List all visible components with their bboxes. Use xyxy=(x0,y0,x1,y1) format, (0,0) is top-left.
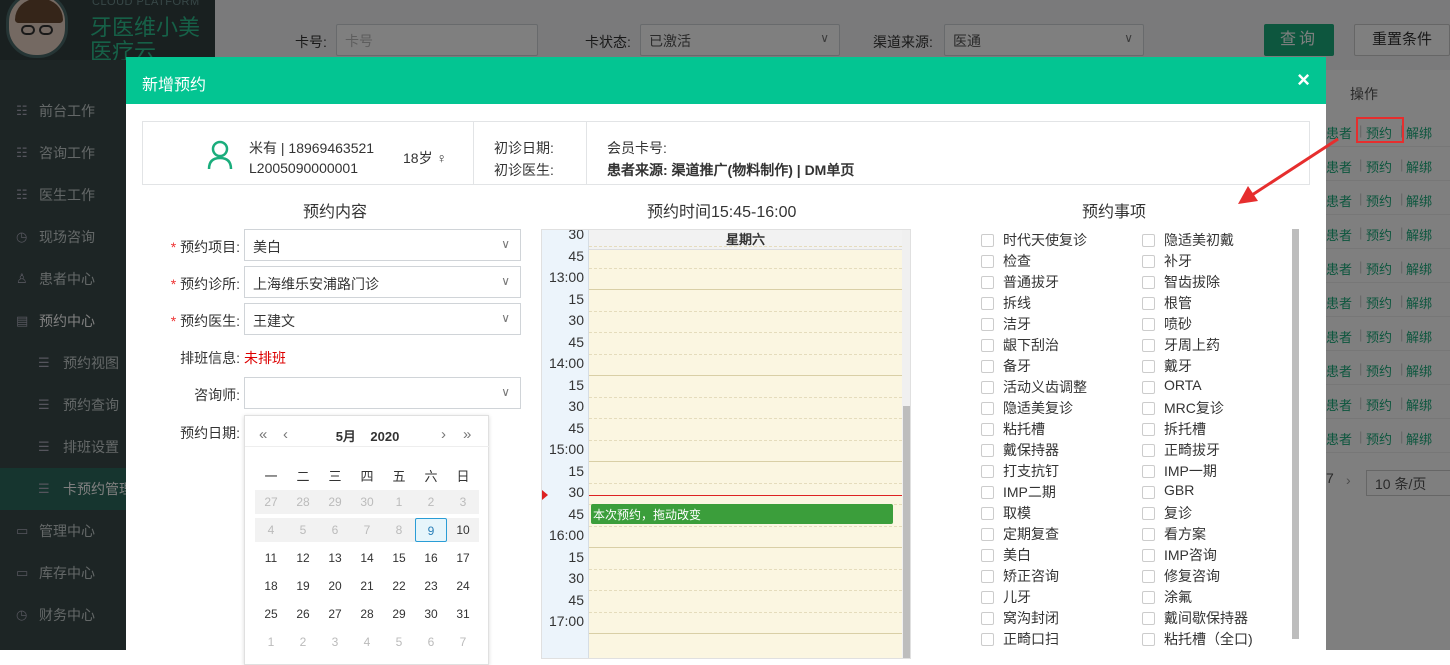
annotation-arrow xyxy=(1238,137,1339,204)
